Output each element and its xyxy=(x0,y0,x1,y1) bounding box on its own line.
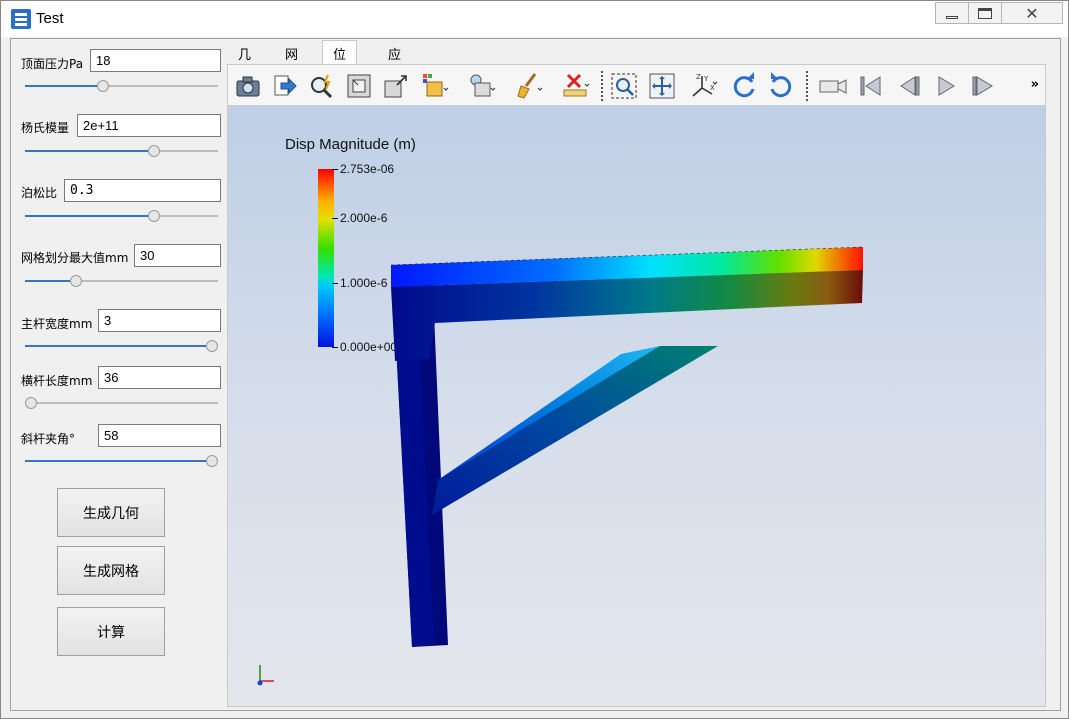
pressure-input[interactable]: 18 xyxy=(90,49,221,72)
slider-fill xyxy=(25,85,103,87)
toolbar-overflow-button[interactable]: » xyxy=(1031,77,1039,92)
slider-thumb[interactable] xyxy=(70,275,82,287)
rotate-cw-icon[interactable] xyxy=(730,72,758,100)
slider-thumb[interactable] xyxy=(97,80,109,92)
next-frame-icon[interactable] xyxy=(969,72,997,100)
export-icon[interactable] xyxy=(271,72,299,100)
main-window: Test ✕ 顶面压力Pa 18 杨氏模量 2e+11 泊松比 0.3 网格划分… xyxy=(0,0,1069,719)
cross-length-slider[interactable] xyxy=(25,396,218,410)
camera-icon[interactable] xyxy=(234,72,262,100)
video-camera-icon[interactable] xyxy=(819,72,847,100)
previous-frame-icon[interactable] xyxy=(895,72,923,100)
slider-thumb[interactable] xyxy=(148,145,160,157)
mesh-max-input[interactable]: 30 xyxy=(134,244,221,267)
window-title: Test xyxy=(36,10,64,27)
svg-text:Z: Z xyxy=(696,73,701,81)
play-icon[interactable] xyxy=(932,72,960,100)
magnify-icon[interactable] xyxy=(308,72,336,100)
slider-fill xyxy=(25,460,212,462)
first-frame-icon[interactable] xyxy=(857,72,885,100)
generate-geometry-button[interactable]: 生成几何 xyxy=(57,488,165,537)
minimize-button[interactable] xyxy=(935,2,969,24)
viewer-toolbar: YX Z » xyxy=(228,65,1045,105)
slider-fill xyxy=(25,280,76,282)
delete-icon[interactable] xyxy=(562,72,590,100)
param-label-main-width: 主杆宽度mm xyxy=(21,317,93,331)
param-label-cross-length: 横杆长度mm xyxy=(21,374,93,388)
tab-displacement[interactable]: 位移1 xyxy=(322,40,358,97)
slider-fill xyxy=(25,345,212,347)
param-label-diagonal-angle: 斜杆夹角° xyxy=(21,432,76,446)
render-viewport[interactable]: Disp Magnitude (m) 2.753e-06 2.000e-6 1.… xyxy=(228,105,1045,706)
display-mode-icon[interactable] xyxy=(421,72,449,100)
param-label-poisson-ratio: 泊松比 xyxy=(21,186,58,200)
maximize-icon xyxy=(978,7,992,19)
slider-thumb[interactable] xyxy=(25,397,37,409)
close-button[interactable]: ✕ xyxy=(1001,2,1063,24)
param-label-youngs-modulus: 杨氏模量 xyxy=(21,121,70,135)
slider-track xyxy=(154,215,218,217)
lighting-icon[interactable] xyxy=(468,72,496,100)
slider-track xyxy=(76,280,218,282)
compute-button[interactable]: 计算 xyxy=(57,607,165,656)
generate-mesh-button[interactable]: 生成网格 xyxy=(57,546,165,595)
slider-thumb[interactable] xyxy=(148,210,160,222)
pan-icon[interactable] xyxy=(648,72,676,100)
main-width-input[interactable]: 3 xyxy=(98,309,221,332)
clean-icon[interactable] xyxy=(515,72,543,100)
param-label-mesh-max: 网格划分最大值mm xyxy=(21,251,129,265)
svg-text:X: X xyxy=(710,84,715,92)
svg-text:Y: Y xyxy=(703,75,709,83)
slider-thumb[interactable] xyxy=(206,340,218,352)
poisson-ratio-input[interactable]: 0.3 xyxy=(64,179,221,202)
slider-track xyxy=(103,85,218,87)
toolbar-separator xyxy=(601,71,603,101)
orientation-axes-icon xyxy=(257,665,274,686)
main-width-slider[interactable] xyxy=(25,339,218,353)
cross-length-input[interactable]: 36 xyxy=(98,366,221,389)
viewer-frame: YX Z » Disp Magnitude (m) 2.753e-06 2.000… xyxy=(227,64,1046,707)
toolbar-separator xyxy=(806,71,808,101)
app-icon xyxy=(11,9,31,29)
slider-track xyxy=(31,402,218,404)
zoom-box-icon[interactable] xyxy=(382,72,410,100)
youngs-modulus-input[interactable]: 2e+11 xyxy=(77,114,221,137)
axes-icon[interactable]: YX Z xyxy=(690,72,718,100)
client-area: 顶面压力Pa 18 杨氏模量 2e+11 泊松比 0.3 网格划分最大值mm 3… xyxy=(10,38,1061,711)
maximize-button[interactable] xyxy=(968,2,1002,24)
diagonal-angle-input[interactable]: 58 xyxy=(98,424,221,447)
slider-thumb[interactable] xyxy=(206,455,218,467)
title-bar: Test ✕ xyxy=(1,1,1068,37)
slider-fill xyxy=(25,215,154,217)
poisson-ratio-slider[interactable] xyxy=(25,209,218,223)
youngs-modulus-slider[interactable] xyxy=(25,144,218,158)
zoom-fit-icon[interactable] xyxy=(610,72,638,100)
minimize-icon xyxy=(946,15,958,19)
close-icon: ✕ xyxy=(1025,3,1039,23)
slider-track xyxy=(154,150,218,152)
bracket-model xyxy=(390,246,864,647)
mesh-max-slider[interactable] xyxy=(25,274,218,288)
pressure-slider[interactable] xyxy=(25,79,218,93)
param-label-pressure: 顶面压力Pa xyxy=(21,57,84,71)
reset-view-icon[interactable] xyxy=(345,72,373,100)
slider-fill xyxy=(25,150,154,152)
diagonal-angle-slider[interactable] xyxy=(25,454,218,468)
rotate-ccw-icon[interactable] xyxy=(767,72,795,100)
